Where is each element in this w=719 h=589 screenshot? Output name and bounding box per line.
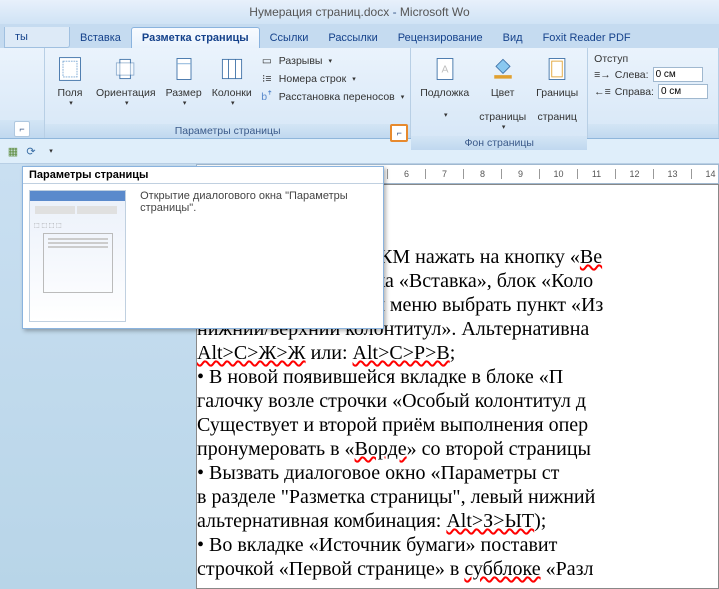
launcher-icon[interactable]: ⌐ [14,121,30,137]
chevron-down-icon: ▾ [328,57,332,65]
tab-view[interactable]: Вид [493,28,533,48]
tooltip-page-setup: Параметры страницы ⬚ ⬚ ⬚ ⬚ Открытие диал… [22,166,384,329]
indent-right-input[interactable] [658,84,708,99]
hyphenation-button[interactable]: bꜛРасстановка переносов▾ [259,89,404,105]
chevron-down-icon: ▾ [401,93,405,101]
chevron-down-icon: ▾ [231,99,235,107]
app-title: Microsoft Wo [400,5,470,19]
tab-review[interactable]: Рецензирование [388,28,493,48]
breaks-icon: ▭ [259,53,275,69]
watermark-button[interactable]: A Подложка▾ [415,51,474,121]
watermark-icon: A [429,53,461,85]
margins-button[interactable]: Поля▾ [49,51,91,109]
line-numbers-button[interactable]: ⁝≡Номера строк▾ [259,71,404,87]
page-color-button[interactable]: Цветстраницы▾ [474,51,531,133]
chevron-down-icon: ▾ [352,75,356,83]
breaks-button[interactable]: ▭Разрывы▾ [259,53,404,69]
chevron-down-icon: ▾ [69,99,73,107]
qat-icon-2[interactable]: ⟳ [24,144,38,158]
svg-text:A: A [441,64,448,76]
hyphenation-icon: bꜛ [259,89,275,105]
ribbon-tabs: ты Вставка Разметка страницы Ссылки Расс… [0,24,719,48]
tooltip-text: Открытие диалогового окна "Параметры стр… [132,184,383,328]
size-icon [168,53,200,85]
size-button[interactable]: Размер▾ [161,51,207,109]
page-borders-icon [541,53,573,85]
quick-access-toolbar: ▦ ⟳ ▾ [0,139,719,164]
group-page-background: Фон страницы [411,136,587,150]
tab-page-layout[interactable]: Разметка страницы [131,27,260,48]
columns-icon [216,53,248,85]
line-numbers-icon: ⁝≡ [259,71,275,87]
chevron-down-icon: ▾ [444,111,448,119]
page-borders-button[interactable]: Границыстраниц [531,51,583,125]
tab-mailings[interactable]: Рассылки [318,28,387,48]
tab-clipboard-fragment[interactable]: ты [4,27,70,48]
tab-foxit[interactable]: Foxit Reader PDF [533,28,641,48]
chevron-down-icon: ▾ [125,99,129,107]
qat-icon-1[interactable]: ▦ [6,144,20,158]
columns-button[interactable]: Колонки▾ [207,51,257,109]
indent-left-icon: ≡→ [594,69,611,81]
chevron-down-icon[interactable]: ▾ [44,144,58,158]
tooltip-title: Параметры страницы [23,167,383,184]
orientation-button[interactable]: Ориентация▾ [91,51,161,109]
orientation-icon [110,53,142,85]
group-page-setup: Параметры страницы ⌐ [45,124,410,138]
chevron-down-icon: ▾ [183,99,187,107]
titlebar: Нумерация страниц.docx - Microsoft Wo [0,0,719,24]
tab-insert[interactable]: Вставка [70,28,131,48]
indent-left-input[interactable] [653,67,703,82]
indent-label: Отступ [594,53,708,65]
indent-right-icon: ←≡ [594,86,611,98]
doc-title: Нумерация страниц.docx [249,5,389,19]
page-color-icon [487,53,519,85]
tab-references[interactable]: Ссылки [260,28,319,48]
tooltip-preview-icon: ⬚ ⬚ ⬚ ⬚ [29,190,126,322]
ribbon: ⌐ Поля▾ Ориентация▾ Размер▾ Колонки [0,48,719,139]
page-setup-launcher[interactable]: ⌐ [390,124,408,142]
chevron-down-icon: ▾ [502,123,506,131]
margins-icon [54,53,86,85]
